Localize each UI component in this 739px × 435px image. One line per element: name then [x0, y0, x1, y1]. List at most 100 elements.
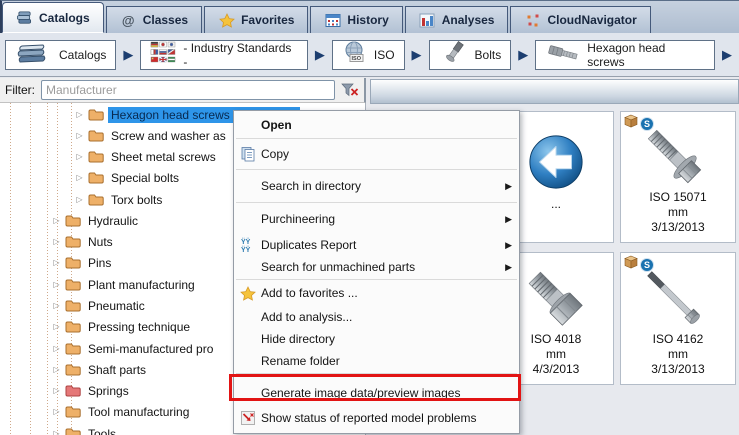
tree-item-screw-and-washer[interactable]: ▷ Screw and washer as	[75, 125, 229, 146]
expand-arrow-icon[interactable]: ▷	[52, 365, 61, 374]
tree-item-special-bolts[interactable]: ▷ Special bolts	[75, 167, 182, 188]
svg-text:ŸŸ: ŸŸ	[241, 246, 251, 253]
tab-label: Classes	[142, 13, 189, 27]
tree-item-sheet-metal-screws[interactable]: ▷ Sheet metal screws	[75, 146, 219, 167]
filter-input[interactable]	[41, 80, 335, 100]
tree-item-pins[interactable]: ▷ Pins	[52, 252, 114, 273]
expand-arrow-icon[interactable]: ▷	[75, 195, 84, 204]
star-icon	[218, 12, 235, 28]
expand-arrow-icon[interactable]: ▷	[52, 280, 61, 289]
expand-arrow-icon[interactable]: ▷	[52, 407, 61, 416]
menu-item-search-unmachined-parts[interactable]: Search for unmachined parts ▶	[234, 256, 519, 278]
menu-item-generate-image-data[interactable]: Generate image data/preview images	[234, 381, 519, 405]
tree-item-nuts[interactable]: ▷ Nuts	[52, 231, 116, 252]
expand-arrow-icon[interactable]: ▷	[52, 429, 61, 435]
part-image-iso-15071	[621, 124, 735, 200]
expand-arrow-icon[interactable]: ▷	[75, 131, 84, 140]
tree-item-label: Tools	[88, 426, 117, 435]
expand-arrow-icon[interactable]: ▷	[75, 110, 84, 119]
expand-arrow-icon[interactable]: ▷	[52, 386, 61, 395]
part-image-iso-4162	[621, 265, 735, 341]
menu-item-search-in-directory[interactable]: Search in directory ▶	[234, 171, 519, 201]
folder-icon	[65, 215, 81, 227]
tree-item-label: Plant manufacturing	[88, 277, 195, 292]
tree-item-label: Sheet metal screws	[111, 149, 216, 164]
filter-bar: Filter:	[0, 78, 366, 103]
breadcrumb-item-catalogs[interactable]: Catalogs	[5, 39, 117, 70]
application-window: Catalogs @ Classes Favorites History Ana…	[0, 0, 739, 435]
expand-arrow-icon[interactable]: ▷	[75, 173, 84, 182]
tree-item-springs[interactable]: ▷ Springs	[52, 380, 132, 401]
menu-item-add-to-analysis[interactable]: Add to analysis...	[234, 305, 519, 328]
breadcrumb-item-hexagon-head-screws[interactable]: Hexagon head screws	[535, 39, 715, 70]
folder-icon	[65, 364, 81, 376]
folder-icon	[88, 151, 104, 163]
menu-item-rename-folder[interactable]: Rename folder	[234, 350, 519, 372]
iso-label: ISO	[351, 56, 361, 62]
tab-favorites[interactable]: Favorites	[204, 6, 309, 33]
breadcrumb-item-iso[interactable]: ISO ISO	[331, 39, 405, 70]
expand-arrow-icon[interactable]: ▷	[52, 216, 61, 225]
tree-guide-line	[47, 103, 48, 435]
menu-item-hide-directory[interactable]: Hide directory	[234, 328, 519, 350]
tab-analyses[interactable]: Analyses	[404, 6, 509, 33]
part-tile-iso-15071[interactable]: S ISO 15071 mm 3/13/2013	[620, 111, 736, 243]
tab-bar: Catalogs @ Classes Favorites History Ana…	[0, 0, 739, 33]
tab-classes[interactable]: @ Classes	[105, 6, 203, 33]
tree-item-tools[interactable]: ▷ Tools	[52, 423, 119, 435]
tree-item-shaft-parts[interactable]: ▷ Shaft parts	[52, 359, 149, 380]
tab-history[interactable]: History	[310, 6, 403, 33]
tab-label: CloudNavigator	[547, 13, 637, 27]
folder-icon	[88, 194, 104, 206]
tree-item-tool-manufacturing[interactable]: ▷ Tool manufacturing	[52, 401, 192, 422]
copy-icon	[234, 146, 261, 162]
expand-arrow-icon[interactable]: ▷	[52, 237, 61, 246]
tab-cloudnavigator[interactable]: CloudNavigator	[510, 6, 651, 33]
menu-item-open[interactable]: Open	[234, 113, 519, 137]
tree-item-hydraulic[interactable]: ▷ Hydraulic	[52, 210, 141, 231]
menu-item-add-to-favorites[interactable]: Add to favorites ...	[234, 281, 519, 305]
tab-label: History	[347, 13, 389, 27]
problem-status-icon	[234, 410, 261, 426]
svg-text:ŸŸ: ŸŸ	[241, 238, 251, 246]
tile-unit: mm	[668, 205, 688, 219]
tree-guide-line	[30, 103, 31, 435]
chevron-right-icon: ▶	[314, 47, 325, 62]
part-tile-iso-4162[interactable]: S ISO 4162 mm 3/13/2013	[620, 252, 736, 385]
menu-item-duplicates-report[interactable]: ŸŸ ŸŸ Duplicates Report ▶	[234, 234, 519, 256]
tree-item-pressing-technique[interactable]: ▷ Pressing technique	[52, 316, 193, 337]
expand-arrow-icon[interactable]: ▷	[75, 152, 84, 161]
menu-separator	[236, 138, 517, 139]
breadcrumb-item-bolts[interactable]: Bolts	[428, 39, 512, 70]
folder-icon	[88, 109, 104, 121]
expand-arrow-icon[interactable]: ▷	[52, 301, 61, 310]
star-icon	[234, 285, 261, 301]
menu-item-show-model-problem-status[interactable]: Show status of reported model problems	[234, 405, 519, 431]
breadcrumb-label: Bolts	[474, 47, 502, 62]
submenu-arrow-icon: ▶	[505, 180, 512, 191]
tree-item-torx-bolts[interactable]: ▷ Torx bolts	[75, 189, 165, 210]
tab-catalogs[interactable]: Catalogs	[2, 2, 104, 33]
folder-icon	[65, 406, 81, 418]
context-menu: Open Copy Search in directory ▶ Purchine…	[233, 110, 520, 434]
expand-arrow-icon[interactable]: ▷	[52, 258, 61, 267]
expand-arrow-icon[interactable]: ▷	[52, 344, 61, 353]
tree-item-label: Shaft parts	[88, 362, 147, 377]
breadcrumb-label: Hexagon head screws	[587, 40, 666, 69]
clear-filter-icon[interactable]	[341, 82, 359, 99]
folder-icon	[65, 321, 81, 333]
menu-item-copy[interactable]: Copy	[234, 140, 519, 168]
breadcrumb-item-industry-standards[interactable]: - Industry Standards -	[140, 39, 308, 70]
menu-item-purchineering[interactable]: Purchineering ▶	[234, 204, 519, 234]
tree-item-pneumatic[interactable]: ▷ Pneumatic	[52, 295, 148, 316]
folder-icon	[65, 279, 81, 291]
tree-item-semi-manufactured[interactable]: ▷ Semi-manufactured pro	[52, 338, 216, 359]
parts-panel-header	[370, 79, 739, 104]
folder-icon	[88, 172, 104, 184]
submenu-arrow-icon: ▶	[505, 213, 512, 224]
calendar-icon	[324, 12, 341, 28]
tree-item-plant-manufacturing[interactable]: ▷ Plant manufacturing	[52, 274, 198, 295]
tree-item-label: Springs	[88, 383, 129, 398]
tree-item-label: Pneumatic	[88, 298, 145, 313]
expand-arrow-icon[interactable]: ▷	[52, 322, 61, 331]
